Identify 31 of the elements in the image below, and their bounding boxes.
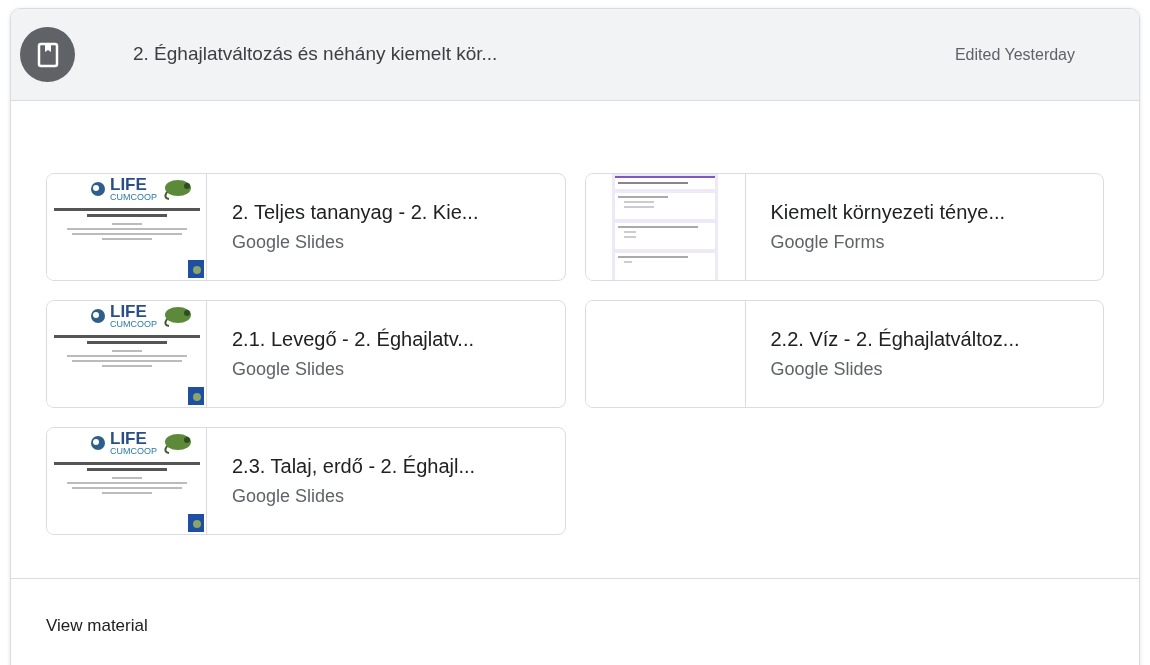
attachment-card[interactable]: LIFE CUMCOOP 2.1. Levegő - 2. Éghajlatv... Google Slides	[46, 300, 566, 408]
logo-text: LIFE	[110, 176, 148, 193]
edited-time: Edited Yesterday	[954, 44, 1075, 65]
attachment-title: 2.2. Víz - 2. Éghajlatváltoz...	[770, 327, 1020, 353]
logo-subtext: CUMCOOP	[110, 447, 157, 456]
globe-icon	[90, 181, 106, 197]
globe-icon	[90, 435, 106, 451]
logo-text: LIFE	[110, 430, 148, 447]
view-material-link[interactable]: View material	[46, 616, 148, 635]
attachment-type: Google Forms	[770, 231, 886, 254]
attachment-card[interactable]: 2.2. Víz - 2. Éghajlatváltoz... Google Slides	[584, 300, 1104, 408]
attachment-title: 2.1. Levegő - 2. Éghajlatv...	[232, 327, 474, 353]
logo-subtext: CUMCOOP	[110, 193, 157, 202]
attachment-card[interactable]: LIFE CUMCOOP 2. Teljes tananyag - 2. Kie... Google Slides	[46, 173, 566, 281]
attachment-card[interactable]: LIFE CUMCOOP 2.3. Talaj, erdő - 2. Éghajl... Google Slides	[46, 427, 566, 535]
attachment-title: 2.3. Talaj, erdő - 2. Éghajl...	[232, 454, 476, 480]
logo-text: LIFE	[110, 303, 148, 320]
attachment-type: Google Slides	[232, 485, 346, 508]
logo-subtext: CUMCOOP	[110, 320, 157, 329]
attachment-type: Google Slides	[232, 358, 346, 381]
bookmark-icon	[20, 27, 75, 82]
flag-icon	[188, 260, 204, 278]
attachment-title: Kiemelt környezeti ténye...	[770, 200, 1006, 226]
flag-icon	[188, 387, 204, 405]
attachment-title: 2. Teljes tananyag - 2. Kie...	[232, 200, 479, 226]
material-title[interactable]: 2. Éghajlatváltozás és néhány kiemelt kör...	[133, 40, 498, 69]
attachment-card[interactable]: Kiemelt környezeti ténye... Google Forms	[584, 173, 1104, 281]
flag-icon	[188, 514, 204, 532]
attachment-type: Google Slides	[770, 358, 884, 381]
globe-icon	[90, 308, 106, 324]
attachment-type: Google Slides	[232, 231, 346, 254]
